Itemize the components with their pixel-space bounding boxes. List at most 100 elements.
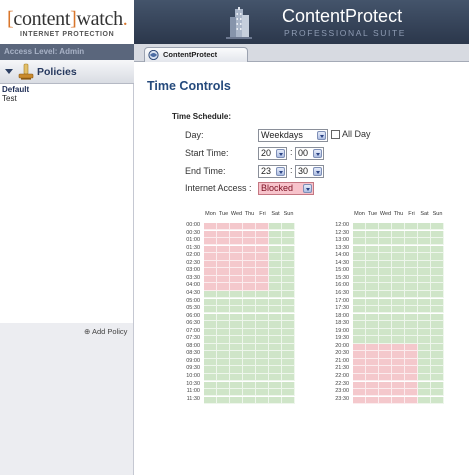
schedule-cell[interactable]	[204, 275, 217, 284]
schedule-cell[interactable]	[353, 381, 366, 389]
schedule-cell[interactable]	[431, 328, 444, 337]
internet-access-select[interactable]: Blocked	[258, 182, 314, 195]
schedule-cell[interactable]	[418, 381, 431, 389]
schedule-cell[interactable]	[282, 290, 295, 299]
schedule-cell[interactable]	[204, 358, 217, 367]
time-slot-label[interactable]: 05:00	[172, 298, 200, 304]
schedule-cell[interactable]	[392, 351, 405, 359]
chevron-down-icon[interactable]	[303, 184, 312, 193]
schedule-cell[interactable]	[431, 366, 444, 374]
schedule-cell[interactable]	[217, 389, 230, 397]
schedule-cell[interactable]	[353, 245, 366, 254]
time-slot-label[interactable]: 04:30	[172, 290, 200, 296]
time-slot-label[interactable]: 20:00	[321, 343, 349, 349]
schedule-cell[interactable]	[431, 298, 444, 306]
schedule-cell[interactable]	[269, 260, 282, 269]
time-slot-label[interactable]: 12:00	[321, 222, 349, 228]
schedule-cell[interactable]	[243, 268, 256, 276]
schedule-cell[interactable]	[379, 381, 392, 389]
schedule-cell[interactable]	[230, 321, 243, 329]
schedule-cell[interactable]	[217, 313, 230, 321]
schedule-cell[interactable]	[230, 396, 243, 405]
schedule-cell[interactable]	[204, 268, 217, 276]
schedule-cell[interactable]	[405, 253, 418, 261]
schedule-cell[interactable]	[405, 245, 418, 254]
schedule-cell[interactable]	[379, 374, 392, 382]
schedule-cell[interactable]	[204, 366, 217, 374]
schedule-cell[interactable]	[405, 343, 418, 352]
schedule-cell[interactable]	[282, 238, 295, 246]
schedule-cell[interactable]	[353, 321, 366, 329]
schedule-cell[interactable]	[243, 306, 256, 314]
schedule-cell[interactable]	[217, 260, 230, 269]
schedule-cell[interactable]	[243, 245, 256, 254]
schedule-cell[interactable]	[217, 253, 230, 261]
schedule-cell[interactable]	[230, 275, 243, 284]
schedule-cell[interactable]	[405, 298, 418, 306]
schedule-cell[interactable]	[282, 275, 295, 284]
day-header-tue[interactable]: Tue	[366, 211, 380, 217]
schedule-cell[interactable]	[353, 396, 366, 405]
day-header-sun[interactable]: Sun	[282, 211, 296, 217]
schedule-cell[interactable]	[392, 328, 405, 337]
add-policy-link[interactable]: ⊕ Add Policy	[84, 327, 127, 336]
schedule-cell[interactable]	[431, 336, 444, 344]
schedule-cell[interactable]	[366, 230, 379, 238]
schedule-cell[interactable]	[256, 366, 269, 374]
time-slot-label[interactable]: 17:00	[321, 298, 349, 304]
schedule-cell[interactable]	[379, 298, 392, 306]
schedule-cell[interactable]	[269, 381, 282, 389]
schedule-cell[interactable]	[217, 396, 230, 405]
day-select[interactable]: Weekdays	[258, 129, 328, 142]
schedule-cell[interactable]	[217, 374, 230, 382]
schedule-cell[interactable]	[243, 351, 256, 359]
schedule-cell[interactable]	[269, 321, 282, 329]
schedule-cell[interactable]	[431, 290, 444, 299]
schedule-cell[interactable]	[243, 253, 256, 261]
time-slot-label[interactable]: 13:30	[321, 245, 349, 251]
time-slot-label[interactable]: 22:30	[321, 381, 349, 387]
schedule-cell[interactable]	[353, 268, 366, 276]
schedule-cell[interactable]	[405, 238, 418, 246]
schedule-cell[interactable]	[431, 343, 444, 352]
schedule-cell[interactable]	[392, 358, 405, 367]
time-slot-label[interactable]: 23:30	[321, 396, 349, 402]
schedule-cell[interactable]	[405, 223, 418, 231]
schedule-cell[interactable]	[269, 245, 282, 254]
all-day-checkbox[interactable]	[331, 130, 340, 139]
schedule-cell[interactable]	[230, 245, 243, 254]
schedule-cell[interactable]	[431, 351, 444, 359]
schedule-cell[interactable]	[204, 298, 217, 306]
schedule-cell[interactable]	[230, 298, 243, 306]
time-slot-label[interactable]: 12:30	[321, 230, 349, 236]
schedule-cell[interactable]	[230, 268, 243, 276]
schedule-cell[interactable]	[204, 223, 217, 231]
schedule-cell[interactable]	[243, 321, 256, 329]
time-slot-label[interactable]: 08:30	[172, 350, 200, 356]
schedule-cell[interactable]	[353, 358, 366, 367]
schedule-cell[interactable]	[418, 389, 431, 397]
schedule-cell[interactable]	[392, 223, 405, 231]
schedule-cell[interactable]	[392, 396, 405, 405]
time-slot-label[interactable]: 15:30	[321, 275, 349, 281]
schedule-cell[interactable]	[282, 313, 295, 321]
schedule-cell[interactable]	[418, 253, 431, 261]
schedule-cell[interactable]	[282, 351, 295, 359]
schedule-cell[interactable]	[204, 328, 217, 337]
schedule-cell[interactable]	[405, 358, 418, 367]
schedule-cell[interactable]	[230, 381, 243, 389]
schedule-cell[interactable]	[282, 223, 295, 231]
chevron-down-icon[interactable]	[313, 167, 322, 176]
schedule-cell[interactable]	[418, 336, 431, 344]
chevron-down-icon[interactable]	[317, 131, 326, 140]
schedule-cell[interactable]	[243, 260, 256, 269]
schedule-cell[interactable]	[392, 290, 405, 299]
schedule-cell[interactable]	[204, 381, 217, 389]
schedule-cell[interactable]	[431, 381, 444, 389]
schedule-cell[interactable]	[392, 389, 405, 397]
schedule-cell[interactable]	[418, 343, 431, 352]
schedule-cell[interactable]	[204, 374, 217, 382]
schedule-cell[interactable]	[418, 275, 431, 284]
schedule-cell[interactable]	[353, 253, 366, 261]
time-slot-label[interactable]: 20:30	[321, 350, 349, 356]
